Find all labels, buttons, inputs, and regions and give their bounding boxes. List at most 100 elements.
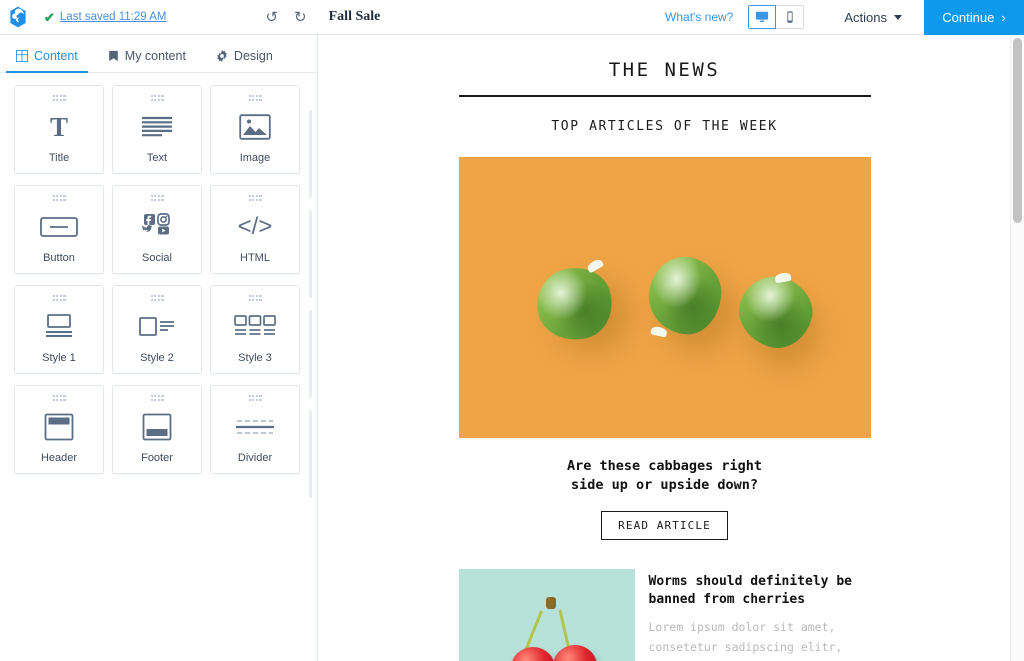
html-code-icon: </> [237, 213, 273, 240]
block-tile-label: Header [40, 452, 78, 464]
tab-design-label: Design [233, 49, 273, 63]
content-blocks-sidebar: Content My content Design T Title Text I… [0, 35, 318, 661]
sidebar-scroll-segment [309, 310, 312, 398]
button-rectangle-icon [15, 201, 103, 253]
sidebar-tabs: Content My content Design [0, 35, 317, 73]
block-tile-style-3[interactable]: Style 3 [210, 285, 300, 374]
cherry-stem-1 [523, 610, 543, 653]
mobile-phone-icon [787, 11, 793, 23]
sprout-2 [644, 253, 725, 338]
tab-my-content-label: My content [124, 49, 186, 63]
sprout-1 [528, 259, 620, 349]
tab-my-content[interactable]: My content [106, 49, 188, 72]
article-1-heading[interactable]: Are these cabbages right side up or upsi… [459, 438, 871, 495]
article-2-heading[interactable]: Worms should definitely be banned from c… [649, 573, 871, 609]
block-tile-label: Footer [141, 452, 173, 464]
device-preview-toggle [748, 5, 805, 29]
title-T-icon: T [49, 111, 68, 142]
desktop-monitor-icon [756, 11, 769, 22]
social-networks-icon [113, 201, 201, 253]
campaign-name[interactable]: Fall Sale [329, 9, 381, 25]
device-desktop-button[interactable] [748, 5, 777, 29]
tab-content[interactable]: Content [6, 49, 88, 73]
top-toolbar-right: What's new? Actions Continue › [665, 0, 1024, 35]
block-tile-image[interactable]: Image [210, 85, 300, 174]
style-2-layout-icon [113, 301, 201, 353]
actions-menu-button[interactable]: Actions [844, 10, 902, 25]
block-tile-label: Style 3 [238, 352, 272, 364]
undo-icon[interactable]: ↺ [265, 10, 278, 25]
block-tile-header[interactable]: Header [14, 385, 104, 474]
header-layout-icon [15, 401, 103, 453]
block-tile-divider[interactable]: Divider [210, 385, 300, 474]
sprout-2-stalk [649, 325, 668, 338]
block-tile-social[interactable]: Social [112, 185, 202, 274]
email-subtitle[interactable]: TOP ARTICLES OF THE WEEK [459, 119, 871, 157]
block-tile-label: Title [48, 152, 70, 164]
footer-layout-icon [113, 401, 201, 453]
block-tile-style-1[interactable]: Style 1 [14, 285, 104, 374]
continue-label: Continue [942, 9, 995, 25]
image-picture-icon [211, 101, 299, 153]
block-tile-footer[interactable]: Footer [112, 385, 202, 474]
chevron-right-icon: › [1001, 9, 1006, 25]
sidebar-scrollbar[interactable] [309, 110, 315, 525]
email-body: THE NEWS TOP ARTICLES OF THE WEEK Are th… [458, 35, 871, 661]
last-saved-status: ✔ Last saved 11:29 AM [44, 11, 166, 24]
device-mobile-button[interactable] [776, 5, 805, 29]
style-3-layout-icon [211, 301, 299, 353]
app-logo[interactable] [0, 0, 36, 35]
check-icon: ✔ [44, 9, 55, 25]
block-tile-label: Image [239, 152, 271, 164]
cherry-1 [510, 647, 555, 661]
sprout-1-stalk [585, 257, 604, 274]
email-title[interactable]: THE NEWS [459, 59, 871, 95]
block-tile-label: Text [146, 152, 168, 164]
gear-icon [216, 50, 228, 62]
brevo-pinwheel-logo-icon [10, 6, 26, 28]
block-tile-label: Social [142, 252, 172, 264]
block-tile-button[interactable]: Button [14, 185, 104, 274]
top-toolbar: ✔ Last saved 11:29 AM ↺ ↻ Fall Sale What… [0, 0, 1024, 35]
last-saved-link[interactable]: Last saved 11:29 AM [60, 11, 167, 23]
block-tile-label: Button [43, 252, 75, 264]
brussels-sprouts-photo[interactable] [458, 157, 871, 438]
cherry-stem-knot [545, 597, 556, 610]
block-tile-label: HTML [240, 252, 270, 264]
block-tile-label: Divider [237, 452, 273, 464]
block-tile-label: Style 2 [140, 352, 174, 364]
article-2-text[interactable]: Lorem ipsum dolor sit amet, consetetur s… [649, 609, 871, 661]
block-tile-label: Style 1 [42, 352, 76, 364]
bookmark-icon [108, 50, 119, 62]
grid-squares-icon [16, 50, 28, 62]
block-tile-text[interactable]: Text [112, 85, 202, 174]
read-article-button[interactable]: READ ARTICLE [601, 511, 728, 541]
continue-button[interactable]: Continue › [924, 0, 1024, 35]
cherry-2 [552, 645, 597, 661]
divider-line-icon [211, 401, 299, 453]
redo-icon[interactable]: ↻ [294, 10, 307, 25]
block-tile-html[interactable]: </> HTML [210, 185, 300, 274]
block-tile-style-2[interactable]: Style 2 [112, 285, 202, 374]
tab-content-label: Content [34, 49, 78, 63]
actions-label: Actions [844, 9, 887, 25]
history-controls: ↺ ↻ [265, 10, 306, 25]
article-2: Worms should definitely be banned from c… [458, 569, 871, 661]
article-1-cta-wrap: READ ARTICLE [459, 495, 871, 569]
tab-design[interactable]: Design [214, 49, 275, 72]
sidebar-scroll-segment [309, 410, 312, 498]
title-divider [458, 95, 871, 97]
content-block-palette: T Title Text Image Button Social </> HTM… [0, 73, 317, 474]
style-1-layout-icon [15, 301, 103, 353]
chevron-down-icon [894, 14, 902, 20]
sidebar-scroll-segment [309, 110, 312, 198]
sidebar-scroll-segment [309, 210, 312, 298]
article-2-body: Worms should definitely be banned from c… [649, 569, 871, 661]
block-tile-title[interactable]: T Title [14, 85, 104, 174]
whats-new-link[interactable]: What's new? [665, 10, 733, 24]
canvas-scrollbar-thumb[interactable] [1013, 38, 1022, 223]
canvas-scrollbar[interactable] [1010, 36, 1024, 661]
text-lines-icon [113, 101, 201, 153]
cherries-photo[interactable] [458, 569, 635, 661]
email-preview-canvas: THE NEWS TOP ARTICLES OF THE WEEK Are th… [319, 35, 1010, 661]
